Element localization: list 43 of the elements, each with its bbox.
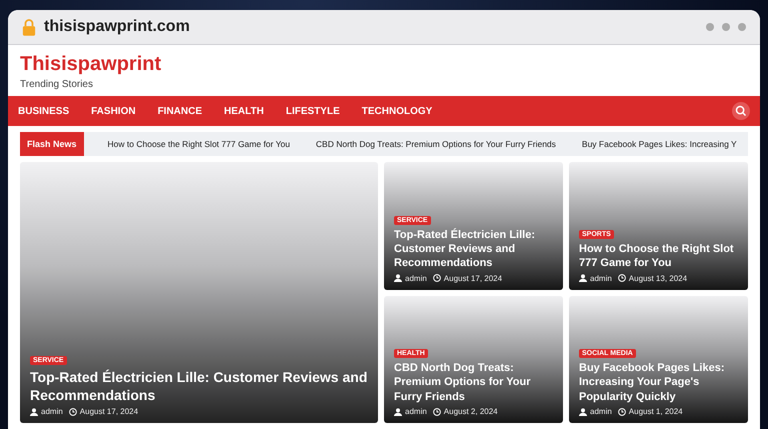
post-title[interactable]: How to Choose the Right Slot 777 Game for You <box>579 242 738 270</box>
window-dot-icon[interactable] <box>706 23 714 31</box>
padlock-icon <box>22 18 36 36</box>
window-dot-icon[interactable] <box>738 23 746 31</box>
news-link[interactable]: How to Choose the Right Slot 777 Game for You <box>108 139 290 149</box>
post-author[interactable]: admin <box>405 274 427 282</box>
nav-link[interactable]: FINANCE <box>158 106 202 116</box>
user-icon <box>394 408 402 416</box>
post-title[interactable]: Top-Rated Électricien Lille: Customer Reviews and Recommendations <box>30 368 368 404</box>
user-icon <box>30 408 38 416</box>
nav-link[interactable]: TECHNOLOGY <box>362 106 432 116</box>
site-tagline: Trending Stories <box>20 79 94 90</box>
nav-link[interactable]: BUSINESS <box>18 106 70 116</box>
clock-icon <box>68 408 77 416</box>
nav-link[interactable]: HEALTH <box>224 106 264 116</box>
user-icon <box>394 274 402 282</box>
nav-link[interactable]: FASHION <box>91 106 136 116</box>
url-text[interactable]: thisispawprint.com <box>44 18 190 36</box>
post-date: August 2, 2024 <box>444 407 498 416</box>
post-date: August 1, 2024 <box>628 407 683 416</box>
clock-icon <box>432 274 441 282</box>
user-icon <box>579 408 587 416</box>
nav-link[interactable]: LIFESTYLE <box>286 106 340 116</box>
clock-icon <box>618 274 626 282</box>
clock-icon <box>618 408 626 416</box>
window-dot-icon[interactable] <box>722 23 730 31</box>
news-link[interactable]: Buy Facebook Pages Likes: Increasing Y <box>582 139 737 149</box>
post-author[interactable]: admin <box>590 407 612 416</box>
post-date: August 13, 2024 <box>628 274 688 282</box>
flash-news-label: Flash News <box>20 132 84 156</box>
post-title[interactable]: Buy Facebook Pages Likes: Increasing Your Page's Popularity Quickly <box>579 361 738 404</box>
user-icon <box>579 274 587 282</box>
clock-icon <box>432 408 441 416</box>
post-author[interactable]: admin <box>590 274 612 282</box>
post-title[interactable]: Top-Rated Électricien Lille: Customer Reviews and Recommendations <box>394 228 553 270</box>
post-author[interactable]: admin <box>405 407 427 416</box>
post-date: August 17, 2024 <box>80 407 138 416</box>
news-link[interactable]: CBD North Dog Treats: Premium Options for Your Furry Friends <box>316 139 556 149</box>
post-date: August 17, 2024 <box>444 274 502 282</box>
post-title[interactable]: CBD North Dog Treats: Premium Options for Your Furry Friends <box>394 361 553 404</box>
post-author[interactable]: admin <box>41 407 63 416</box>
search-icon[interactable] <box>732 102 750 120</box>
site-title[interactable]: Thisispawprint <box>20 53 162 76</box>
